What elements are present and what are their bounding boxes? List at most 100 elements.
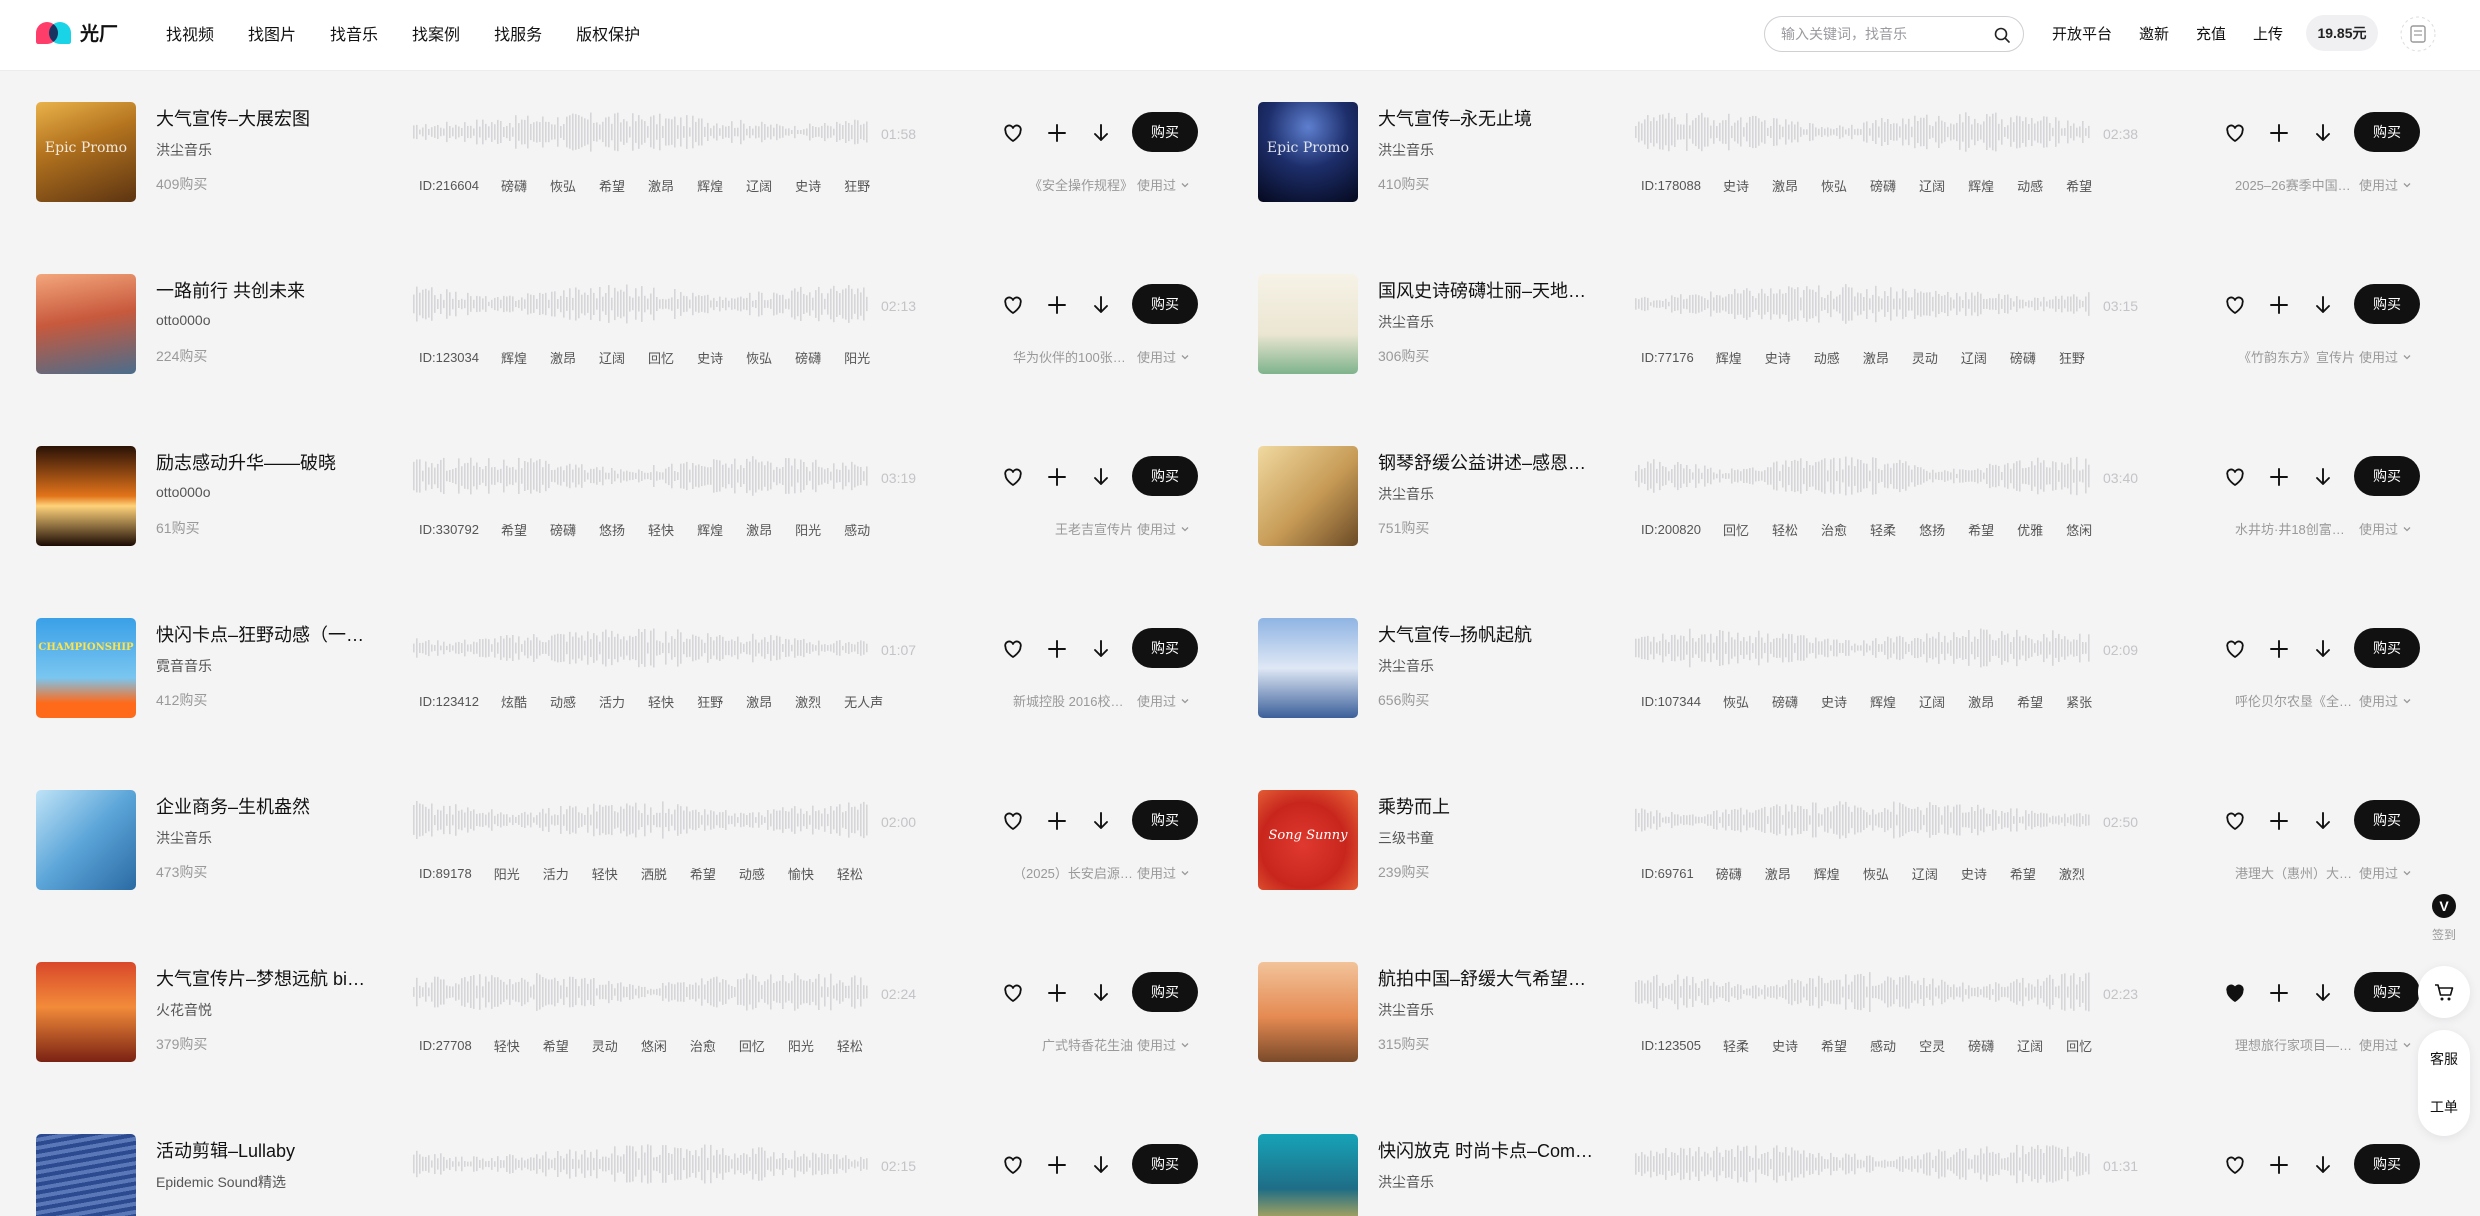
buy-button[interactable]: 购买 (1132, 972, 1198, 1012)
tag-item[interactable]: 狂野 (844, 176, 870, 195)
track-cover[interactable] (36, 962, 136, 1062)
download-icon[interactable] (2310, 464, 2336, 490)
tag-item[interactable]: 狂野 (697, 692, 723, 711)
tag-item[interactable]: 史诗 (1821, 692, 1847, 711)
heart-icon[interactable] (2222, 980, 2248, 1006)
tag-item[interactable]: 激昂 (648, 176, 674, 195)
heart-icon[interactable] (1000, 1152, 1026, 1178)
tag-item[interactable]: 辉煌 (1716, 348, 1742, 367)
track-cover[interactable] (1258, 618, 1358, 718)
download-icon[interactable] (2310, 980, 2336, 1006)
buy-button[interactable]: 购买 (1132, 800, 1198, 840)
tag-item[interactable]: 治愈 (690, 1036, 716, 1055)
header-link-1[interactable]: 邀新 (2139, 23, 2169, 44)
tag-item[interactable]: 治愈 (1821, 520, 1847, 539)
download-icon[interactable] (2310, 120, 2336, 146)
tag-item[interactable]: 希望 (543, 1036, 569, 1055)
track-artist[interactable]: otto000o (156, 312, 211, 328)
track-card[interactable]: 航拍中国–舒缓大气希望… 洪尘音乐 315购买 02:23 ID:123505 轻柔 史诗 希… (1237, 930, 2441, 1074)
add-icon[interactable] (1044, 120, 1070, 146)
tag-item[interactable]: 紧张 (2066, 692, 2092, 711)
sign-in-link[interactable]: 签到 (2432, 926, 2456, 943)
header-link-2[interactable]: 充值 (2196, 23, 2226, 44)
tag-item[interactable]: 激烈 (2059, 864, 2085, 883)
waveform[interactable] (1633, 110, 2093, 154)
heart-icon[interactable] (2222, 292, 2248, 318)
track-card[interactable]: 一路前行 共创未来 otto000o 224购买 02:13 ID:123034 辉煌 激昂… (15, 242, 1219, 386)
tag-item[interactable]: 激昂 (1772, 176, 1798, 195)
track-cover[interactable] (1258, 274, 1358, 374)
buy-button[interactable]: 购买 (1132, 112, 1198, 152)
tag-item[interactable]: 轻快 (648, 520, 674, 539)
track-card[interactable]: 企业商务–生机盎然 洪尘音乐 473购买 02:00 ID:89178 阳光 活力 轻快 洒脱 希… (15, 758, 1219, 902)
track-title[interactable]: 大气宣传–大展宏图 (156, 105, 310, 131)
vip-badge[interactable]: V (2432, 894, 2456, 918)
tag-item[interactable]: 狂野 (2059, 348, 2085, 367)
track-title[interactable]: 一路前行 共创未来 (156, 277, 305, 303)
heart-icon[interactable] (2222, 1152, 2248, 1178)
heart-icon[interactable] (2222, 808, 2248, 834)
tag-item[interactable]: 动感 (550, 692, 576, 711)
track-artist[interactable]: otto000o (156, 484, 211, 500)
heart-icon[interactable] (2222, 464, 2248, 490)
usage-dropdown[interactable]: （2025）长安启源A… 使用过 (990, 863, 1190, 882)
tag-item[interactable]: 灵动 (592, 1036, 618, 1055)
tag-item[interactable]: 灵动 (1912, 348, 1938, 367)
waveform[interactable] (411, 1142, 871, 1186)
heart-icon[interactable] (2222, 636, 2248, 662)
tag-item[interactable]: 辽阔 (1919, 176, 1945, 195)
nav-item-3[interactable]: 找案例 (412, 21, 460, 45)
track-cover[interactable] (36, 446, 136, 546)
tag-item[interactable]: 史诗 (1723, 176, 1749, 195)
track-artist[interactable]: 霓音音乐 (156, 656, 212, 676)
track-title[interactable]: 乘势而上 (1378, 793, 1450, 819)
tag-item[interactable]: 阳光 (788, 1036, 814, 1055)
tag-item[interactable]: 辉煌 (1870, 692, 1896, 711)
tag-item[interactable]: 轻松 (837, 864, 863, 883)
balance-button[interactable]: 19.85元 (2306, 15, 2378, 51)
tag-item[interactable]: 史诗 (697, 348, 723, 367)
track-artist[interactable]: 洪尘音乐 (1378, 1172, 1434, 1192)
header-link-0[interactable]: 开放平台 (2052, 23, 2112, 44)
track-title[interactable]: 活动剪辑–Lullaby (156, 1137, 295, 1163)
waveform[interactable] (411, 970, 871, 1014)
heart-icon[interactable] (1000, 808, 1026, 834)
download-icon[interactable] (1088, 1152, 1114, 1178)
usage-dropdown[interactable]: 水井坊·井18创富启… 使用过 (2212, 519, 2412, 538)
add-icon[interactable] (1044, 808, 1070, 834)
add-icon[interactable] (2266, 636, 2292, 662)
track-artist[interactable]: Epidemic Sound精选 (156, 1172, 286, 1192)
track-artist[interactable]: 洪尘音乐 (1378, 484, 1434, 504)
download-icon[interactable] (2310, 1152, 2336, 1178)
tag-item[interactable]: 活力 (599, 692, 625, 711)
tag-item[interactable]: 恢弘 (1821, 176, 1847, 195)
tag-item[interactable]: 空灵 (1919, 1036, 1945, 1055)
tag-item[interactable]: 恢弘 (550, 176, 576, 195)
track-title[interactable]: 国风史诗磅礴壮丽–天地… (1378, 277, 1586, 303)
tag-item[interactable]: 辽阔 (2017, 1036, 2043, 1055)
tag-item[interactable]: 辉煌 (1968, 176, 1994, 195)
tag-item[interactable]: 回忆 (648, 348, 674, 367)
buy-button[interactable]: 购买 (2354, 800, 2420, 840)
buy-button[interactable]: 购买 (1132, 284, 1198, 324)
tag-item[interactable]: 希望 (2017, 692, 2043, 711)
tag-item[interactable]: 轻快 (592, 864, 618, 883)
track-title[interactable]: 快闪放克 时尚卡点–Com… (1378, 1137, 1593, 1163)
tag-item[interactable]: 优雅 (2017, 520, 2043, 539)
tag-item[interactable]: 回忆 (2066, 1036, 2092, 1055)
heart-icon[interactable] (1000, 292, 1026, 318)
tag-item[interactable]: 希望 (2010, 864, 2036, 883)
tag-item[interactable]: 炫酷 (501, 692, 527, 711)
waveform[interactable] (1633, 798, 2093, 842)
tag-item[interactable]: 恢弘 (1723, 692, 1749, 711)
usage-dropdown[interactable]: 王老吉宣传片 使用过 (990, 519, 1190, 538)
track-cover[interactable]: Epic Promo (1258, 102, 1358, 202)
usage-dropdown[interactable]: 《安全操作规程》 使用过 (990, 175, 1190, 194)
track-cover[interactable]: Song Sunny (1258, 790, 1358, 890)
add-icon[interactable] (2266, 1152, 2292, 1178)
track-cover[interactable]: Epic Promo (36, 102, 136, 202)
track-artist[interactable]: 三级书童 (1378, 828, 1434, 848)
tag-item[interactable]: 活力 (543, 864, 569, 883)
tag-item[interactable]: 激昂 (1968, 692, 1994, 711)
download-icon[interactable] (1088, 636, 1114, 662)
